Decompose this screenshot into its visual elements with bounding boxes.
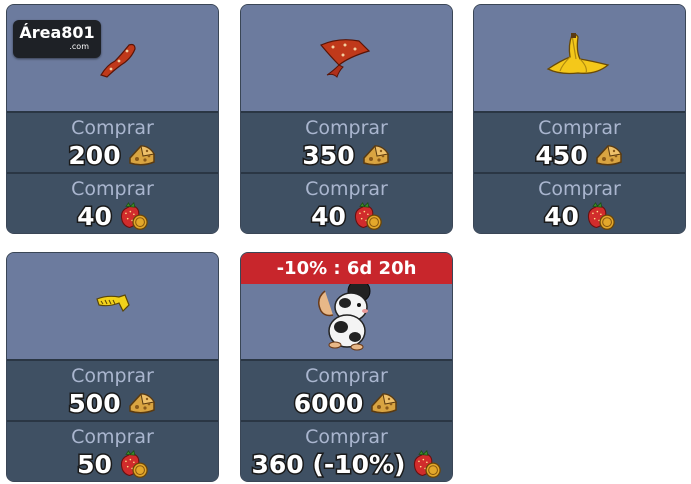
price-row: 50 (7, 448, 218, 480)
buy-label: Comprar (71, 426, 154, 448)
price-row: 360 (-10%) (241, 448, 452, 480)
item-gold-chain-icon (96, 294, 130, 313)
buy-label: Comprar (71, 365, 154, 387)
shop-item-card: Comprar 350 Comprar 40 (240, 4, 453, 234)
price-row: 40 (241, 200, 452, 232)
cheese-icon (594, 140, 624, 170)
buy-label: Comprar (538, 178, 621, 200)
strawberry-coin-icon (352, 201, 382, 231)
cheese-price: 500 (67, 387, 122, 419)
strawberry-price: 40 (543, 200, 581, 232)
logo-subtext: .com (69, 42, 89, 51)
strawberry-price: 40 (76, 200, 114, 232)
discount-timer-badge: -10% : 6d 20h (241, 253, 452, 284)
strawberry-coin-icon (118, 449, 148, 479)
buy-with-strawberry-button[interactable]: Comprar 40 (474, 172, 685, 233)
buy-label: Comprar (538, 117, 621, 139)
site-logo: Área801 .com (13, 20, 101, 58)
item-preview: -10% : 6d 20h (241, 253, 452, 359)
buy-with-cheese-button[interactable]: Comprar 200 (7, 111, 218, 172)
strawberry-price: 360 (-10%) (250, 448, 407, 480)
shop-item-card: Área801 .com Comprar 200 Comprar 40 (6, 4, 219, 234)
item-preview (241, 5, 452, 111)
item-cow-mouse-icon (318, 279, 371, 351)
buy-label: Comprar (71, 178, 154, 200)
item-red-scarf-icon (100, 43, 136, 78)
buy-with-cheese-button[interactable]: Comprar 6000 (241, 359, 452, 420)
cheese-price: 6000 (292, 387, 365, 419)
price-row: 40 (7, 200, 218, 232)
item-preview: Área801 .com (7, 5, 218, 111)
strawberry-price: 40 (310, 200, 348, 232)
buy-with-cheese-button[interactable]: Comprar 350 (241, 111, 452, 172)
buy-label: Comprar (305, 426, 388, 448)
buy-label: Comprar (71, 117, 154, 139)
price-row: 200 (7, 139, 218, 171)
price-row: 500 (7, 387, 218, 419)
cheese-icon (127, 140, 157, 170)
logo-text: Área801 (19, 23, 95, 42)
item-banana-peel-icon (546, 33, 610, 75)
cheese-price: 350 (301, 139, 356, 171)
strawberry-coin-icon (585, 201, 615, 231)
buy-with-strawberry-button[interactable]: Comprar 360 (-10%) (241, 420, 452, 481)
buy-with-cheese-button[interactable]: Comprar 450 (474, 111, 685, 172)
item-preview (474, 5, 685, 111)
cheese-price: 200 (67, 139, 122, 171)
shop-item-card: Comprar 500 Comprar 50 (6, 252, 219, 482)
price-row: 450 (474, 139, 685, 171)
buy-with-strawberry-button[interactable]: Comprar 40 (241, 172, 452, 233)
buy-with-strawberry-button[interactable]: Comprar 40 (7, 172, 218, 233)
shop-item-card: Comprar 450 Comprar 40 (473, 4, 686, 234)
shop-item-card: -10% : 6d 20h Comprar 6000 Comprar 360 (… (240, 252, 453, 482)
cheese-icon (127, 388, 157, 418)
cheese-icon (369, 388, 399, 418)
item-red-bandana-icon (320, 39, 371, 78)
strawberry-coin-icon (118, 201, 148, 231)
price-row: 6000 (241, 387, 452, 419)
buy-label: Comprar (305, 365, 388, 387)
strawberry-coin-icon (411, 449, 441, 479)
price-row: 40 (474, 200, 685, 232)
strawberry-price: 50 (76, 448, 114, 480)
item-preview (7, 253, 218, 359)
buy-label: Comprar (305, 117, 388, 139)
price-row: 350 (241, 139, 452, 171)
buy-with-strawberry-button[interactable]: Comprar 50 (7, 420, 218, 481)
buy-label: Comprar (305, 178, 388, 200)
buy-with-cheese-button[interactable]: Comprar 500 (7, 359, 218, 420)
cheese-price: 450 (534, 139, 589, 171)
cheese-icon (361, 140, 391, 170)
